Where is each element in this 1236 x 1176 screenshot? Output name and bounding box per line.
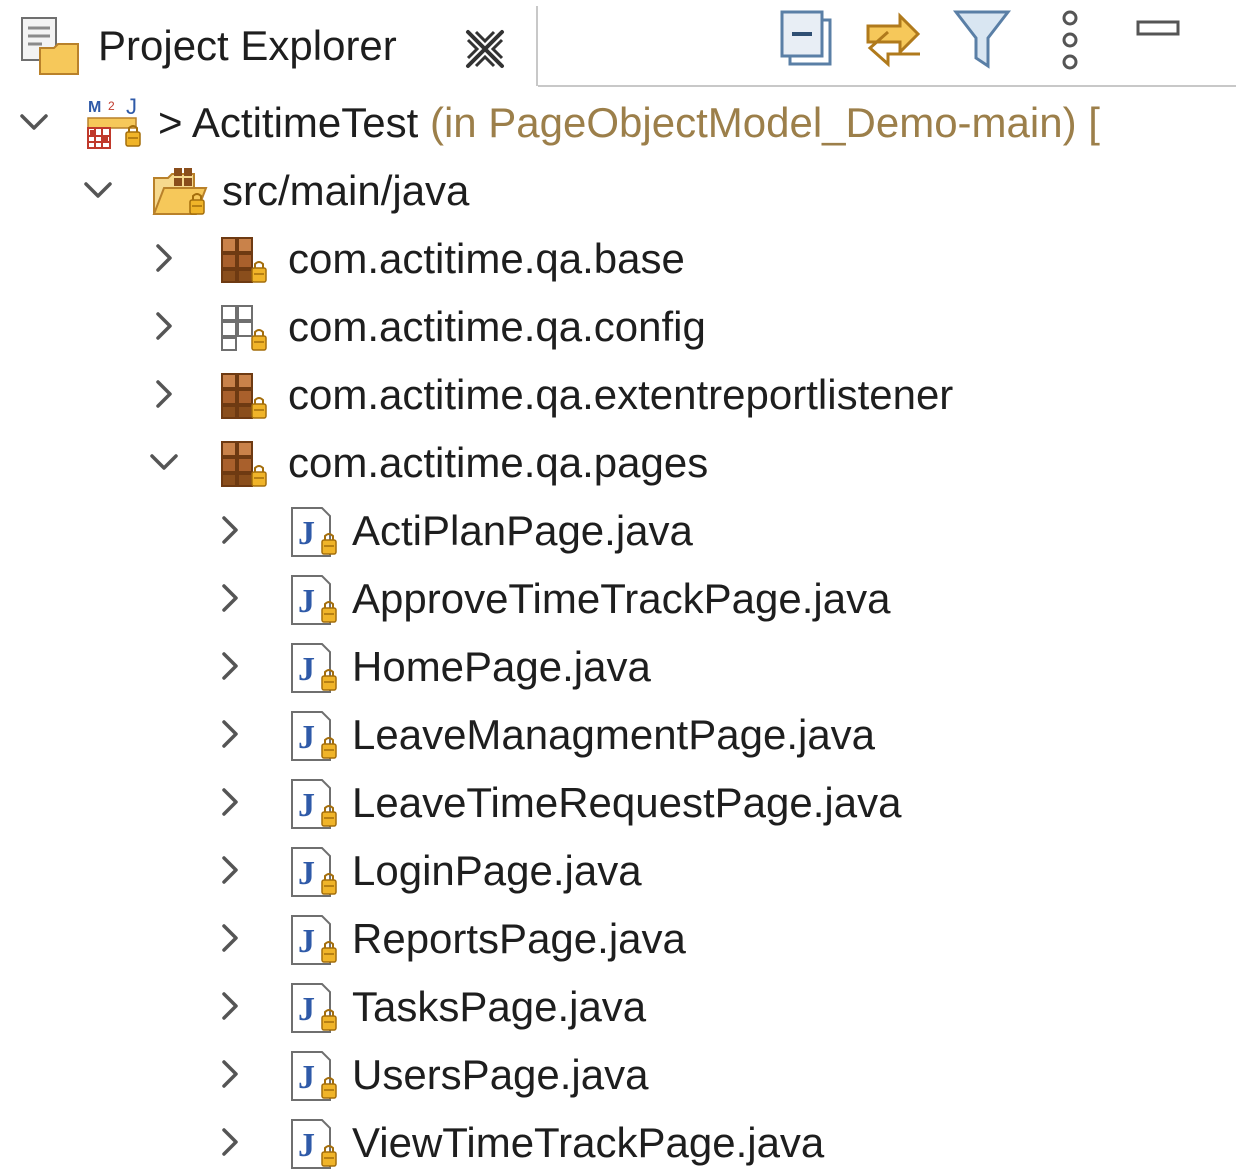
tree-item-java-file[interactable]: J ViewTimeTrackPage.java [0, 1108, 1236, 1176]
java-file-label: ViewTimeTrackPage.java [352, 1119, 825, 1166]
tree-item-package[interactable]: com.actitime.qa.pages [0, 428, 1236, 496]
chevron-right-icon[interactable] [212, 784, 248, 820]
chevron-right-icon[interactable] [212, 1124, 248, 1160]
tree-item-source-folder[interactable]: src/main/java [0, 156, 1236, 224]
chevron-down-icon[interactable] [16, 104, 52, 140]
java-file-label: ReportsPage.java [352, 915, 686, 962]
chevron-down-icon[interactable] [80, 172, 116, 208]
tab-project-explorer[interactable]: Project Explorer [6, 6, 538, 86]
java-file-icon: J [282, 844, 346, 900]
tree-item-java-file[interactable]: J UsersPage.java [0, 1040, 1236, 1108]
svg-text:J: J [298, 1059, 315, 1096]
chevron-right-icon[interactable] [212, 920, 248, 956]
view-tab-bar: Project Explorer [0, 0, 1236, 86]
svg-text:J: J [298, 583, 315, 620]
svg-text:M: M [88, 99, 101, 116]
source-folder-label: src/main/java [222, 167, 470, 214]
tree-item-package[interactable]: com.actitime.qa.extentreportlistener [0, 360, 1236, 428]
project-location-detail: (in PageObjectModel_Demo-main) [ [429, 99, 1100, 146]
tree-item-java-file[interactable]: J TasksPage.java [0, 972, 1236, 1040]
view-menu-icon[interactable] [1040, 8, 1100, 72]
chevron-right-icon[interactable] [212, 580, 248, 616]
java-file-label: LeaveTimeRequestPage.java [352, 779, 902, 826]
chevron-down-icon[interactable] [146, 444, 182, 480]
package-label: com.actitime.qa.extentreportlistener [288, 371, 954, 418]
java-file-icon: J [282, 708, 346, 764]
svg-text:J: J [298, 515, 315, 552]
svg-text:J: J [298, 1127, 315, 1164]
java-file-label: HomePage.java [352, 643, 651, 690]
tab-bar-divider [538, 85, 1236, 87]
chevron-right-icon[interactable] [212, 716, 248, 752]
svg-text:J: J [298, 991, 315, 1028]
svg-text:J: J [298, 719, 315, 756]
chevron-right-icon[interactable] [146, 376, 182, 412]
package-label: com.actitime.qa.pages [288, 439, 709, 486]
tree-item-java-file[interactable]: J LeaveManagmentPage.java [0, 700, 1236, 768]
java-file-label: LoginPage.java [352, 847, 642, 894]
tab-title: Project Explorer [98, 22, 397, 69]
tree-item-java-file[interactable]: J ApproveTimeTrackPage.java [0, 564, 1236, 632]
chevron-right-icon[interactable] [146, 240, 182, 276]
java-file-icon: J [282, 1116, 346, 1172]
java-file-icon: J [282, 640, 346, 696]
empty-package-icon [216, 300, 280, 356]
java-file-label: TasksPage.java [352, 983, 647, 1030]
java-file-icon: J [282, 980, 346, 1036]
java-file-label: ActiPlanPage.java [352, 507, 693, 554]
java-file-icon: J [282, 1048, 346, 1104]
chevron-right-icon[interactable] [212, 852, 248, 888]
tree-item-java-file[interactable]: J LeaveTimeRequestPage.java [0, 768, 1236, 836]
java-file-label: LeaveManagmentPage.java [352, 711, 876, 758]
package-label: com.actitime.qa.base [288, 235, 685, 282]
tree-item-java-file[interactable]: J ActiPlanPage.java [0, 496, 1236, 564]
collapse-all-icon[interactable] [778, 8, 838, 72]
link-with-editor-icon[interactable] [864, 8, 924, 72]
java-file-icon: J [282, 572, 346, 628]
svg-text:J: J [126, 96, 137, 119]
svg-text:J: J [298, 855, 315, 892]
project-name: ActitimeTest [191, 99, 419, 146]
tree-item-java-file[interactable]: J LoginPage.java [0, 836, 1236, 904]
minimize-icon[interactable] [1130, 8, 1190, 72]
tree-item-project[interactable]: M 2 J > ActitimeTest (in PageObjectModel… [0, 88, 1236, 156]
filter-icon[interactable] [952, 8, 1012, 72]
package-label: com.actitime.qa.config [288, 303, 706, 350]
project-explorer-icon [18, 16, 88, 80]
tree-item-java-file[interactable]: J ReportsPage.java [0, 904, 1236, 972]
chevron-right-icon[interactable] [212, 648, 248, 684]
svg-text:2: 2 [108, 99, 115, 113]
close-icon[interactable] [462, 26, 508, 72]
project-label: > ActitimeTest (in PageObjectModel_Demo-… [158, 98, 1100, 148]
source-folder-icon [150, 164, 214, 220]
package-icon [216, 368, 280, 424]
chevron-right-icon[interactable] [146, 308, 182, 344]
svg-text:J: J [298, 923, 315, 960]
svg-text:J: J [298, 651, 315, 688]
tree-item-package[interactable]: com.actitime.qa.base [0, 224, 1236, 292]
chevron-right-icon[interactable] [212, 1056, 248, 1092]
java-file-label: UsersPage.java [352, 1051, 649, 1098]
java-file-icon: J [282, 504, 346, 560]
project-decorator-prefix: > [158, 99, 183, 146]
chevron-right-icon[interactable] [212, 512, 248, 548]
java-file-icon: J [282, 776, 346, 832]
maven-java-project-icon: M 2 J [86, 96, 150, 152]
package-icon [216, 232, 280, 288]
chevron-right-icon[interactable] [212, 988, 248, 1024]
tree-item-java-file[interactable]: J HomePage.java [0, 632, 1236, 700]
java-file-icon: J [282, 912, 346, 968]
svg-text:J: J [298, 787, 315, 824]
tree-item-package[interactable]: com.actitime.qa.config [0, 292, 1236, 360]
java-file-label: ApproveTimeTrackPage.java [352, 575, 891, 622]
package-icon [216, 436, 280, 492]
